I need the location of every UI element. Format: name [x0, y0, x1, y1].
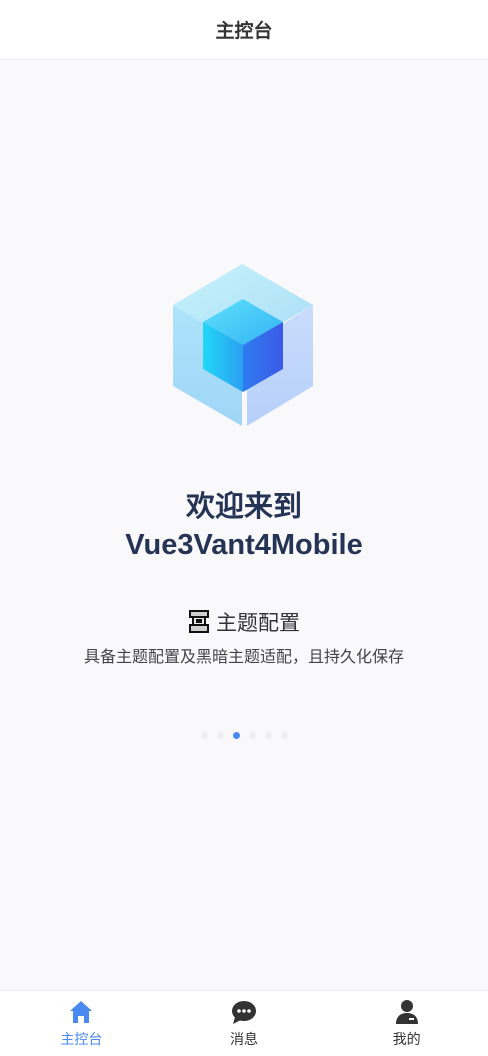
carousel-dot[interactable] — [216, 732, 224, 739]
tab-profile[interactable]: 我的 — [325, 991, 488, 1056]
carousel-dot[interactable] — [280, 732, 288, 739]
theme-config-icon — [189, 610, 209, 633]
carousel-indicator[interactable] — [0, 732, 488, 739]
tab-messages[interactable]: 消息 — [163, 991, 326, 1056]
page-title: 主控台 — [215, 20, 273, 42]
carousel-dot[interactable] — [200, 732, 208, 739]
welcome-line-1: 欢迎来到 — [185, 491, 302, 523]
carousel-dot[interactable] — [232, 732, 240, 739]
home-icon — [70, 1000, 93, 1023]
feature-description: 具备主题配置及黑暗主题适配，且持久化保存 — [83, 647, 404, 666]
user-icon — [395, 999, 418, 1024]
feature-title: 主题配置 — [0, 607, 488, 637]
welcome-heading: 欢迎来到 Vue3Vant4Mobile — [0, 488, 488, 564]
feature-title-text: 主题配置 — [216, 611, 300, 635]
top-navbar: 主控台 — [0, 0, 488, 60]
tab-messages-label: 消息 — [230, 1031, 258, 1048]
carousel-dot[interactable] — [248, 732, 256, 739]
tab-profile-label: 我的 — [392, 1031, 421, 1048]
tab-dashboard-label: 主控台 — [60, 1031, 103, 1048]
chat-bubble-icon — [232, 1000, 256, 1024]
cube-logo-icon — [173, 264, 313, 426]
welcome-line-2: Vue3Vant4Mobile — [125, 529, 363, 561]
tab-dashboard[interactable]: 主控台 — [0, 991, 163, 1056]
bottom-tabbar: 主控台 消息 我的 — [0, 990, 488, 1056]
carousel-dot[interactable] — [264, 732, 272, 739]
